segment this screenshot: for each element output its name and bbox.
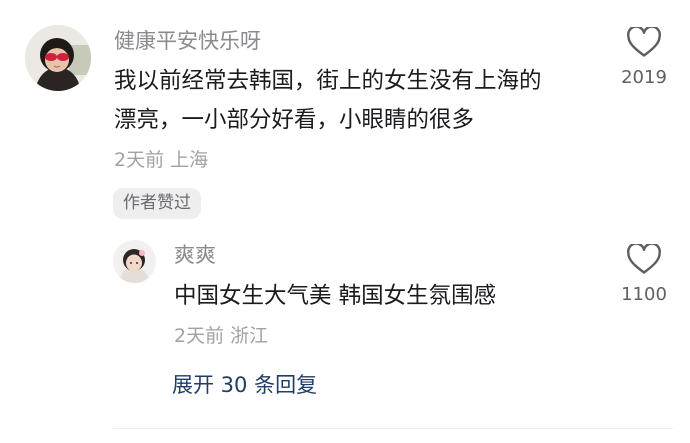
- avatar[interactable]: [25, 25, 91, 91]
- comment-meta: 2天前 上海: [114, 147, 208, 173]
- heart-outline-icon: [627, 27, 661, 57]
- comment-text: 漂亮，一小部分好看，小眼睛的很多: [114, 107, 475, 133]
- comment-time: 2天前: [114, 149, 165, 171]
- expand-replies-link[interactable]: 展开 30 条回复: [172, 371, 317, 399]
- comment-text: 我以前经常去韩国，街上的女生没有上海的: [114, 68, 542, 94]
- reply-time: 2天前: [174, 325, 225, 347]
- like-button[interactable]: 2019: [614, 27, 674, 91]
- reply-text: 中国女生大气美 韩国女生氛围感: [174, 283, 497, 309]
- avatar-image: [113, 240, 156, 283]
- reply-username[interactable]: 爽爽: [174, 241, 216, 269]
- like-count: 1100: [621, 284, 667, 305]
- comment-location: 上海: [170, 149, 209, 171]
- author-liked-badge: 作者赞过: [113, 188, 201, 219]
- reply-location: 浙江: [230, 325, 269, 347]
- like-button[interactable]: 1100: [614, 244, 674, 308]
- avatar[interactable]: [113, 240, 156, 283]
- comment-username[interactable]: 健康平安快乐呀: [114, 27, 261, 55]
- avatar-image: [25, 25, 91, 91]
- like-count: 2019: [621, 67, 667, 88]
- divider: [113, 428, 673, 429]
- heart-outline-icon: [627, 244, 661, 274]
- reply-meta: 2天前 浙江: [174, 323, 268, 349]
